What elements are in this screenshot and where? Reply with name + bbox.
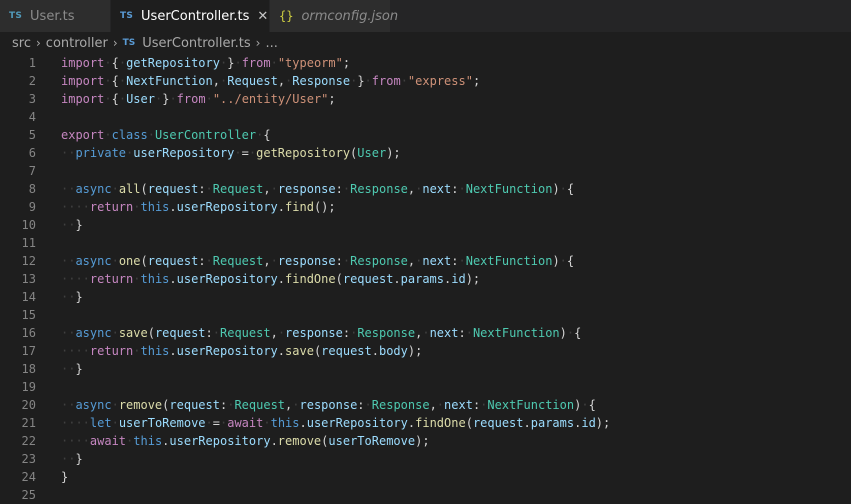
- typescript-file-icon: TS: [9, 11, 23, 21]
- line-number: 8: [28, 182, 36, 196]
- code-line[interactable]: 25: [0, 486, 851, 504]
- line-number: 21: [21, 416, 36, 430]
- editor-tab-bar: TS User.ts TS UserController.ts ✕ {} orm…: [0, 0, 851, 32]
- vertical-scrollbar[interactable]: [837, 54, 851, 499]
- code-text: ··}: [61, 290, 83, 304]
- breadcrumb-item-controller[interactable]: controller: [46, 36, 108, 51]
- line-number: 11: [21, 236, 36, 250]
- line-number: 9: [28, 200, 36, 214]
- code-text: export·class·UserController·{: [61, 128, 271, 142]
- line-number: 12: [21, 254, 36, 268]
- line-number: 25: [21, 488, 36, 502]
- code-line[interactable]: 18 ··}: [0, 360, 851, 378]
- line-number: 22: [21, 434, 36, 448]
- code-text: ··async·remove(request:·Request,·respons…: [61, 398, 596, 412]
- line-number: 13: [21, 272, 36, 286]
- tab-label: UserController.ts: [141, 8, 250, 24]
- code-line[interactable]: 4: [0, 108, 851, 126]
- line-number: 24: [21, 470, 36, 484]
- line-number: 15: [21, 308, 36, 322]
- code-line[interactable]: 15: [0, 306, 851, 324]
- line-number: 7: [28, 164, 36, 178]
- code-text: ····let·userToRemove·=·await·this.userRe…: [61, 416, 611, 430]
- code-line[interactable]: 12 ··async·one(request:·Request,·response…: [0, 252, 851, 270]
- code-text: ··}: [61, 452, 83, 466]
- code-text: import·{·User·}·from·"../entity/User";: [61, 92, 336, 106]
- code-line[interactable]: 5 export·class·UserController·{: [0, 126, 851, 144]
- code-text: ····return·this.userRepository.findOne(r…: [61, 272, 481, 286]
- chevron-right-icon: ›: [35, 36, 41, 50]
- close-icon[interactable]: ✕: [257, 9, 268, 24]
- line-number: 16: [21, 326, 36, 340]
- code-text: ··async·all(request:·Request,·response:·…: [61, 182, 575, 196]
- code-text: }: [61, 470, 69, 484]
- code-text: ····return·this.userRepository.save(requ…: [61, 344, 423, 358]
- code-text: ··async·save(request:·Request,·response:…: [61, 326, 582, 340]
- typescript-file-icon: TS: [122, 38, 136, 48]
- code-line[interactable]: 21 ····let·userToRemove·=·await·this.user…: [0, 414, 851, 432]
- code-text: import·{·getRepository·}·from·"typeorm";: [61, 56, 351, 70]
- code-line[interactable]: 7: [0, 162, 851, 180]
- code-line[interactable]: 1 import·{·getRepository·}·from·"typeorm"…: [0, 54, 851, 72]
- line-number: 3: [28, 92, 36, 106]
- typescript-file-icon: TS: [120, 11, 134, 21]
- line-number: 2: [28, 74, 36, 88]
- line-number: 20: [21, 398, 36, 412]
- line-number: 19: [21, 380, 36, 394]
- code-text: ··async·one(request:·Request,·response:·…: [61, 254, 575, 268]
- tab-label: ormconfig.json: [301, 8, 399, 24]
- line-number: 1: [28, 56, 36, 70]
- code-line[interactable]: 6 ··private·userRepository·=·getRepositor…: [0, 144, 851, 162]
- code-text: ····await·this.userRepository.remove(use…: [61, 434, 430, 448]
- code-line[interactable]: 8 ··async·all(request:·Request,·response:…: [0, 180, 851, 198]
- code-text: ··}: [61, 218, 83, 232]
- code-line[interactable]: 17 ····return·this.userRepository.save(re…: [0, 342, 851, 360]
- code-line[interactable]: 2 import·{·NextFunction,·Request,·Respons…: [0, 72, 851, 90]
- tab-user-ts[interactable]: TS User.ts: [0, 0, 111, 32]
- line-number: 17: [21, 344, 36, 358]
- tab-label: User.ts: [30, 8, 75, 24]
- code-editor[interactable]: 1 import·{·getRepository·}·from·"typeorm"…: [0, 54, 851, 504]
- code-line[interactable]: 11: [0, 234, 851, 252]
- breadcrumb-item-symbols[interactable]: ...: [265, 36, 277, 51]
- line-number: 6: [28, 146, 36, 160]
- line-number: 5: [28, 128, 36, 142]
- code-text: ····return·this.userRepository.find();: [61, 200, 336, 214]
- breadcrumb-item-src[interactable]: src: [12, 36, 31, 51]
- tab-ormconfig-json[interactable]: {} ormconfig.json: [270, 0, 398, 32]
- code-text: import·{·NextFunction,·Request,·Response…: [61, 74, 481, 88]
- line-number: 18: [21, 362, 36, 376]
- code-line[interactable]: 13 ····return·this.userRepository.findOne…: [0, 270, 851, 288]
- code-line[interactable]: 9 ····return·this.userRepository.find();: [0, 198, 851, 216]
- code-line[interactable]: 16 ··async·save(request:·Request,·respons…: [0, 324, 851, 342]
- code-line[interactable]: 20 ··async·remove(request:·Request,·respo…: [0, 396, 851, 414]
- code-line[interactable]: 24}: [0, 468, 851, 486]
- chevron-right-icon: ›: [255, 36, 261, 50]
- code-line[interactable]: 3 import·{·User·}·from·"../entity/User";: [0, 90, 851, 108]
- code-line[interactable]: 22 ····await·this.userRepository.remove(u…: [0, 432, 851, 450]
- code-text: ··private·userRepository·=·getRepository…: [61, 146, 401, 160]
- code-text: ··}: [61, 362, 83, 376]
- line-number: 10: [21, 218, 36, 232]
- code-line[interactable]: 10 ··}: [0, 216, 851, 234]
- code-line[interactable]: 23 ··}: [0, 450, 851, 468]
- json-file-icon: {}: [279, 9, 294, 23]
- tab-usercontroller-ts[interactable]: TS UserController.ts ✕: [111, 0, 270, 32]
- breadcrumb: src › controller › TS UserController.ts …: [0, 32, 851, 54]
- line-number: 23: [21, 452, 36, 466]
- code-line[interactable]: 14 ··}: [0, 288, 851, 306]
- code-line[interactable]: 19: [0, 378, 851, 396]
- chevron-right-icon: ›: [112, 36, 118, 50]
- breadcrumb-item-file[interactable]: UserController.ts: [142, 36, 250, 51]
- line-number: 14: [21, 290, 36, 304]
- line-number: 4: [28, 110, 36, 124]
